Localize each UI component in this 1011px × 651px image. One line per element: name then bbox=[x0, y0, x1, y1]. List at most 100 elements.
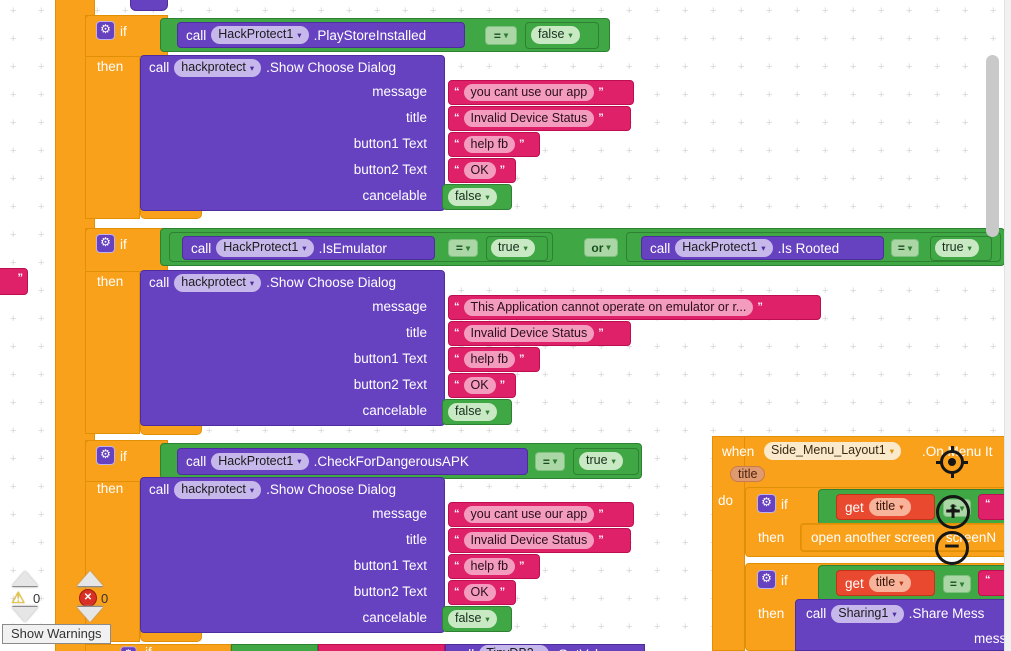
method-call-block[interactable]: call HackProtect1▾ .PlayStoreInstalled bbox=[177, 22, 465, 48]
zoom-in-button[interactable]: + bbox=[936, 495, 970, 529]
variable-dropdown[interactable]: title▾ bbox=[869, 574, 911, 592]
param-label-message: message bbox=[140, 506, 427, 521]
error-collapse-arrow-up[interactable] bbox=[77, 571, 103, 586]
mutator-gear-icon[interactable]: ⚙︎ bbox=[757, 494, 776, 513]
text-block-message[interactable]: “you cant use our app” bbox=[448, 502, 634, 527]
clipped-block-top-fragment[interactable] bbox=[130, 0, 168, 11]
component-dropdown[interactable]: HackProtect1▾ bbox=[211, 453, 308, 471]
logic-false-block-cancelable[interactable]: false▾ bbox=[442, 606, 512, 632]
warning-icon[interactable]: ⚠ bbox=[11, 588, 25, 608]
boolean-dropdown[interactable]: false▾ bbox=[531, 26, 580, 44]
logic-true-block[interactable]: true▾ bbox=[486, 236, 548, 261]
text-block-title[interactable]: “Invalid Device Status” bbox=[448, 106, 631, 131]
clipped-logic-block[interactable] bbox=[231, 644, 318, 651]
logic-compare-block[interactable]: call HackProtect1▾ .CheckForDangerousAPK… bbox=[160, 443, 642, 479]
get-variable-block[interactable]: get title▾ bbox=[836, 494, 935, 520]
component-dropdown[interactable]: HackProtect1▾ bbox=[216, 239, 313, 257]
text-block-button1[interactable]: “help fb” bbox=[448, 132, 540, 157]
logic-true-block[interactable]: true▾ bbox=[573, 448, 639, 475]
instance-dropdown[interactable]: hackprotect▾ bbox=[174, 274, 261, 292]
workspace-scrollbar-thumb[interactable] bbox=[986, 55, 999, 237]
clipped-text-block-left-fragment[interactable]: ” bbox=[0, 268, 28, 295]
clipped-call-block[interactable]: call TinyDB2▾ .GetVal bbox=[445, 644, 645, 651]
or-dropdown[interactable]: or▾ bbox=[584, 238, 618, 257]
text-block-button2[interactable]: “OK” bbox=[448, 158, 516, 183]
method-call-block[interactable]: call HackProtect1▾ .IsEmulator bbox=[182, 236, 435, 260]
quote-close: ” bbox=[18, 273, 24, 284]
logic-true-block[interactable]: true▾ bbox=[930, 236, 992, 261]
operator-dropdown[interactable]: =▾ bbox=[485, 26, 517, 45]
mutator-gear-icon[interactable]: ⚙︎ bbox=[96, 234, 115, 253]
operator-dropdown[interactable]: =▾ bbox=[448, 239, 478, 257]
component-dropdown[interactable]: TinyDB2▾ bbox=[479, 645, 549, 651]
logic-compare-block-left[interactable]: call HackProtect1▾ .IsEmulator =▾ true▾ bbox=[169, 232, 553, 262]
boolean-dropdown[interactable]: false▾ bbox=[448, 610, 497, 628]
param-label-message: mess bbox=[974, 631, 1006, 646]
then-label: then bbox=[758, 606, 784, 621]
get-variable-block[interactable]: get title▾ bbox=[836, 570, 935, 596]
open-screen-label: open another screen bbox=[811, 530, 935, 545]
open-screen-block[interactable]: open another screen screenN bbox=[800, 523, 1011, 552]
zoom-reset-control[interactable] bbox=[938, 448, 966, 476]
error-icon[interactable]: ✕ bbox=[79, 589, 97, 607]
logic-or-block[interactable]: call HackProtect1▾ .IsEmulator =▾ true▾ … bbox=[160, 228, 1005, 266]
warning-collapse-arrow-up[interactable] bbox=[12, 571, 38, 586]
clipped-text-block[interactable] bbox=[318, 644, 445, 651]
if-label: if bbox=[781, 573, 788, 588]
text-block-message[interactable]: “This Application cannot operate on emul… bbox=[448, 295, 821, 320]
mutator-gear-icon[interactable]: ⚙︎ bbox=[96, 446, 115, 465]
method-label: .PlayStoreInstalled bbox=[314, 28, 427, 43]
then-label: then bbox=[97, 59, 123, 74]
event-param-chip[interactable]: title bbox=[730, 466, 765, 482]
text-block-button2[interactable]: “OK” bbox=[448, 373, 516, 398]
component-dropdown[interactable]: HackProtect1▾ bbox=[675, 239, 772, 257]
param-label-button1: button1 Text bbox=[140, 351, 427, 366]
instance-dropdown[interactable]: hackprotect▾ bbox=[174, 481, 261, 499]
then-label: then bbox=[97, 481, 123, 496]
boolean-dropdown[interactable]: false▾ bbox=[448, 403, 497, 421]
variable-dropdown[interactable]: title▾ bbox=[869, 498, 911, 516]
page-scrollbar-track[interactable] bbox=[1004, 0, 1011, 651]
operator-dropdown[interactable]: =▾ bbox=[535, 452, 565, 471]
blocks-workspace[interactable]: ++++++++++++++++++++++++++++++++++++++++… bbox=[0, 0, 1011, 651]
if-label: if bbox=[781, 497, 788, 512]
event-component-dropdown[interactable]: Side_Menu_Layout1▾ bbox=[764, 442, 901, 460]
text-block-message[interactable]: “you cant use our app” bbox=[448, 80, 634, 105]
component-dropdown[interactable]: HackProtect1▾ bbox=[211, 26, 308, 44]
param-label-cancelable: cancelable bbox=[140, 403, 427, 418]
text-block-title[interactable]: “Invalid Device Status” bbox=[448, 321, 631, 346]
operator-dropdown[interactable]: =▾ bbox=[891, 239, 919, 257]
logic-compare-block[interactable]: call HackProtect1▾ .PlayStoreInstalled =… bbox=[160, 18, 610, 52]
operator-dropdown[interactable]: =▾ bbox=[943, 575, 971, 593]
when-label: when bbox=[722, 444, 754, 459]
instance-dropdown[interactable]: hackprotect▾ bbox=[174, 59, 261, 77]
boolean-dropdown[interactable]: true▾ bbox=[935, 239, 979, 257]
method-call-block[interactable]: call HackProtect1▾ .Is Rooted bbox=[641, 236, 884, 260]
text-block-button1[interactable]: “help fb” bbox=[448, 554, 540, 579]
warning-collapse-arrow-down[interactable] bbox=[12, 607, 38, 622]
method-call-block[interactable]: call HackProtect1▾ .CheckForDangerousAPK bbox=[177, 448, 528, 475]
mutator-gear-icon[interactable]: ⚙︎ bbox=[120, 646, 136, 651]
param-label-title: title bbox=[140, 532, 427, 547]
mutator-gear-icon[interactable]: ⚙︎ bbox=[96, 21, 115, 40]
error-collapse-arrow-down[interactable] bbox=[77, 607, 103, 622]
logic-compare-block-right[interactable]: call HackProtect1▾ .Is Rooted =▾ true▾ bbox=[626, 232, 1001, 262]
zoom-out-button[interactable]: − bbox=[935, 531, 969, 565]
boolean-dropdown[interactable]: true▾ bbox=[579, 452, 623, 470]
text-block-title[interactable]: “Invalid Device Status” bbox=[448, 528, 631, 553]
instance-dropdown[interactable]: Sharing1▾ bbox=[831, 605, 903, 623]
text-block-button2[interactable]: “OK” bbox=[448, 580, 516, 605]
clipped-block-bottom-row[interactable]: ⚙︎ if call TinyDB2▾ .GetVal bbox=[85, 644, 685, 651]
method-label: .IsEmulator bbox=[319, 241, 387, 256]
boolean-dropdown[interactable]: true▾ bbox=[491, 239, 535, 257]
logic-false-block-cancelable[interactable]: false▾ bbox=[442, 184, 512, 210]
call-label: call bbox=[186, 28, 206, 43]
method-label: .Share Mess bbox=[909, 606, 985, 621]
logic-false-block[interactable]: false▾ bbox=[525, 22, 599, 49]
boolean-dropdown[interactable]: false▾ bbox=[448, 188, 497, 206]
if-label: if bbox=[120, 449, 127, 464]
text-block-button1[interactable]: “help fb” bbox=[448, 347, 540, 372]
logic-false-block-cancelable[interactable]: false▾ bbox=[442, 399, 512, 425]
share-message-call-block[interactable]: call Sharing1▾ .Share Mess mess bbox=[795, 599, 1011, 651]
mutator-gear-icon[interactable]: ⚙︎ bbox=[757, 570, 776, 589]
